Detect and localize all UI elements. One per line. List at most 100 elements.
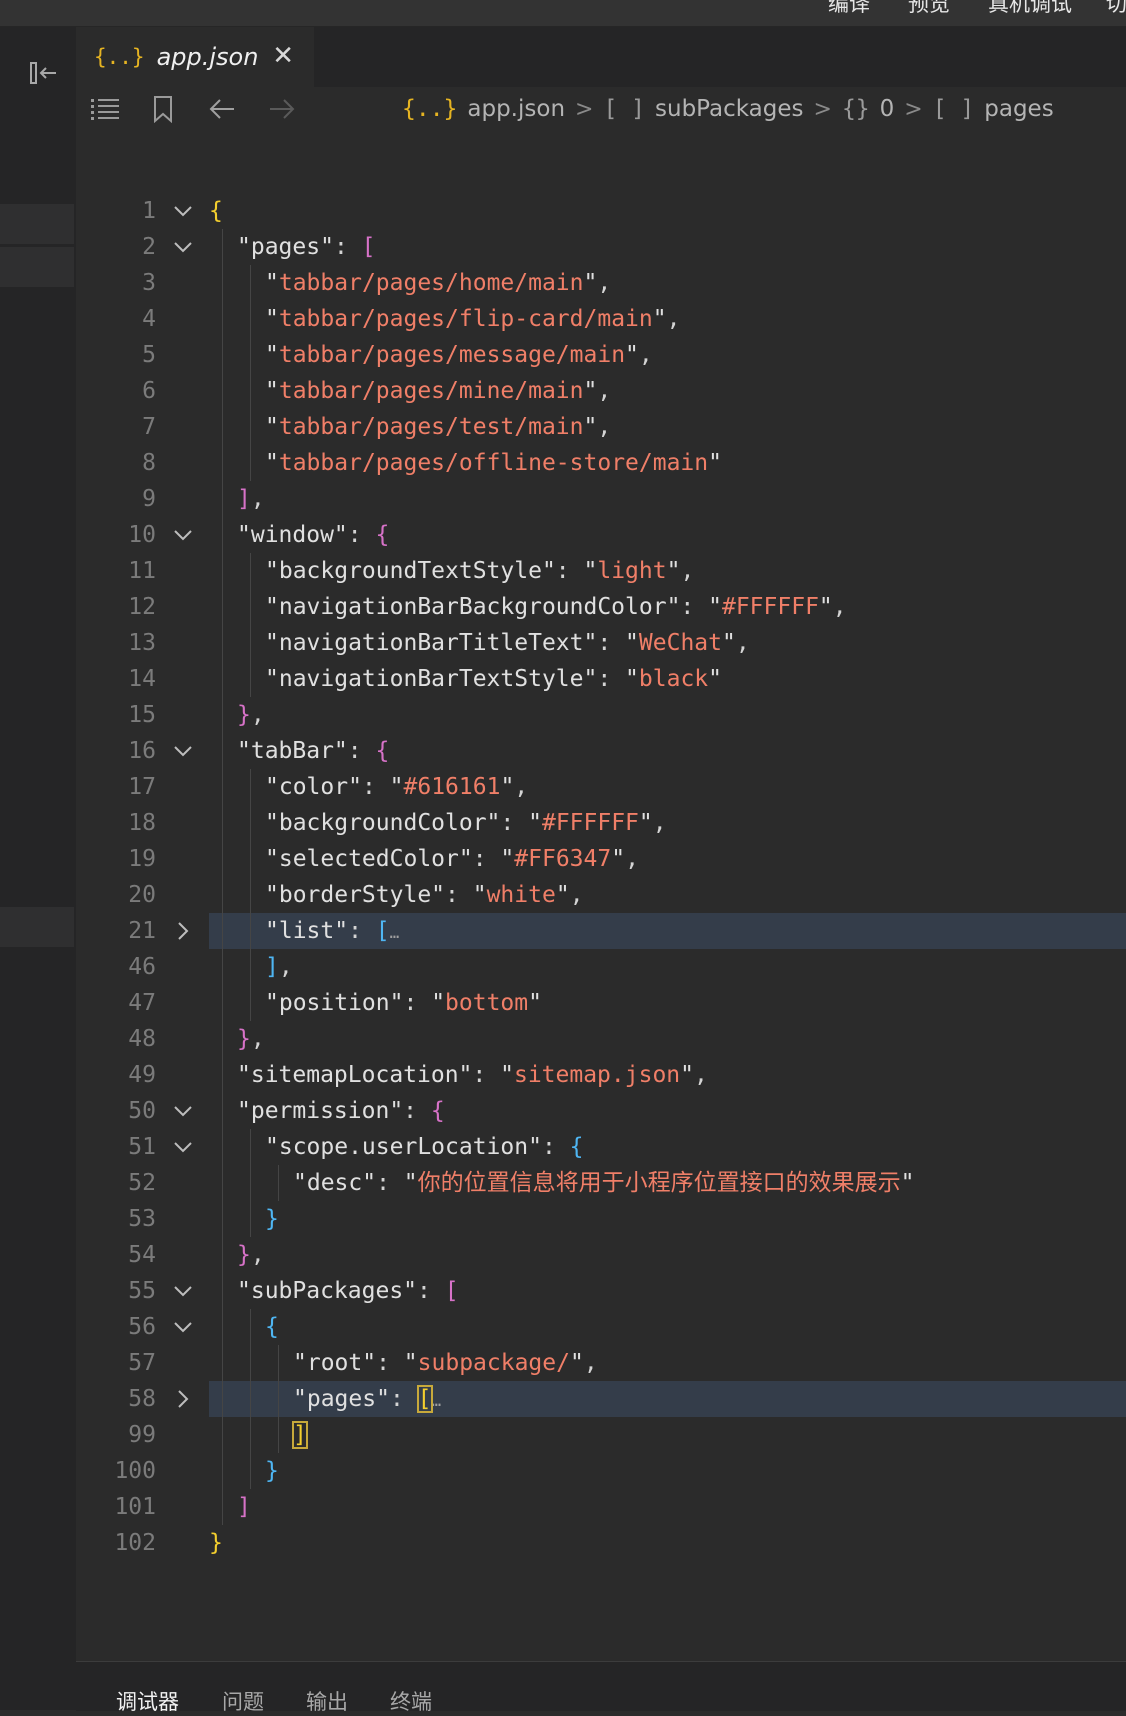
code-line[interactable]: 1{ (76, 193, 1126, 229)
code-line[interactable]: 46], (76, 949, 1126, 985)
breadcrumb-item-pages[interactable]: [ ] pages (933, 96, 1054, 122)
code-line[interactable]: 10 "window": { (76, 517, 1126, 553)
chevron-right-icon[interactable] (171, 913, 195, 949)
sidebar-row-highlight (0, 247, 74, 287)
breadcrumb-label: pages (984, 96, 1054, 122)
panel-tab-problems[interactable]: 问题 (222, 1686, 264, 1716)
panel-tab-debugger[interactable]: 调试器 (116, 1686, 179, 1716)
code-line[interactable]: 51 "scope.userLocation": { (76, 1129, 1126, 1165)
chevron-down-icon[interactable] (171, 1309, 195, 1345)
code-line[interactable]: 58 "pages": [… (76, 1381, 1126, 1417)
panel-tab-terminal[interactable]: 终端 (390, 1686, 432, 1716)
code-line[interactable]: 20 "borderStyle": "white", (76, 877, 1126, 913)
code-line[interactable]: 13 "navigationBarTitleText": "WeChat", (76, 625, 1126, 661)
code-line[interactable]: 47 "position": "bottom" (76, 985, 1126, 1021)
chevron-down-icon[interactable] (171, 1093, 195, 1129)
line-number: 2 (142, 234, 156, 260)
indent-guide (250, 661, 251, 697)
chevron-down-icon[interactable] (171, 733, 195, 769)
code-token: tabbar/pages/offline-store/main (278, 450, 709, 476)
code-line[interactable]: 2 "pages": [ (76, 229, 1126, 265)
code-token: "navigationBarTitleText" (265, 630, 598, 656)
code-line[interactable]: 11 "backgroundTextStyle": "light", (76, 553, 1126, 589)
chevron-down-icon[interactable] (171, 1273, 195, 1309)
code-token: , (278, 954, 293, 980)
indent-guide (278, 1417, 279, 1453)
code-line[interactable]: 18 "backgroundColor": "#FFFFFF", (76, 805, 1126, 841)
indent-guide (222, 733, 223, 769)
breadcrumb-item-file[interactable]: {..} app.json (402, 96, 565, 122)
chevron-down-icon[interactable] (171, 193, 195, 229)
indent-guide (222, 1237, 223, 1273)
code-line[interactable]: 6 "tabbar/pages/mine/main", (76, 373, 1126, 409)
code-token: " (818, 594, 833, 620)
code-token: : (403, 1098, 431, 1124)
back-arrow-icon[interactable] (208, 91, 236, 127)
forward-arrow-icon[interactable] (268, 91, 296, 127)
code-line[interactable]: 4 "tabbar/pages/flip-card/main", (76, 301, 1126, 337)
folded-ellipsis[interactable]: … (432, 1391, 442, 1410)
code-line[interactable]: 12 "navigationBarBackgroundColor": "#FFFF… (76, 589, 1126, 625)
code-line[interactable]: 56 { (76, 1309, 1126, 1345)
code-editor[interactable]: 1{2 "pages": [3 "tabbar/pages/home/main", 4… (76, 131, 1126, 1661)
code-token: ] (237, 1494, 251, 1520)
menu-remote-debug[interactable]: 真机调试 (988, 0, 1072, 18)
code-text: "permission": { (237, 1093, 445, 1129)
code-token: #616161 (403, 774, 501, 800)
code-line[interactable]: 15}, (76, 697, 1126, 733)
code-line[interactable]: 21 "list": [… (76, 913, 1126, 949)
code-line[interactable]: 55 "subPackages": [ (76, 1273, 1126, 1309)
collapse-sidebar-icon[interactable] (24, 55, 64, 91)
menu-preview[interactable]: 预览 (908, 0, 950, 18)
indent-guide (250, 985, 251, 1021)
code-text: "pages": [… (293, 1381, 441, 1419)
code-line[interactable]: 7 "tabbar/pages/test/main", (76, 409, 1126, 445)
code-line[interactable]: 50 "permission": { (76, 1093, 1126, 1129)
code-token: , (597, 378, 612, 404)
code-line[interactable]: 3 "tabbar/pages/home/main", (76, 265, 1126, 301)
code-line[interactable]: 9], (76, 481, 1126, 517)
menu-more[interactable]: 切 (1106, 0, 1126, 18)
code-lines: 1{2 "pages": [3 "tabbar/pages/home/main", 4… (76, 193, 1126, 1561)
code-line[interactable]: 53} (76, 1201, 1126, 1237)
code-line[interactable]: 102} (76, 1525, 1126, 1561)
tab-app-json[interactable]: {..} app.json ✕ (76, 27, 314, 87)
code-line[interactable]: 99] (76, 1417, 1126, 1453)
breadcrumb-item-subpackages[interactable]: [ ] subPackages (603, 96, 803, 122)
bookmark-icon[interactable] (152, 91, 174, 127)
code-text: "sitemapLocation": "sitemap.json", (237, 1057, 708, 1093)
indent-guide (250, 1129, 251, 1165)
breadcrumb-item-index[interactable]: {} 0 (842, 96, 894, 122)
code-line[interactable]: 19 "selectedColor": "#FF6347", (76, 841, 1126, 877)
code-line[interactable]: 49 "sitemapLocation": "sitemap.json", (76, 1057, 1126, 1093)
code-line[interactable]: 8 "tabbar/pages/offline-store/main" (76, 445, 1126, 481)
outline-list-icon[interactable] (90, 91, 120, 127)
code-line[interactable]: 48}, (76, 1021, 1126, 1057)
code-line[interactable]: 52 "desc": "你的位置信息将用于小程序位置接口的效果展示" (76, 1165, 1126, 1201)
indent-guide (222, 1093, 223, 1129)
chevron-down-icon[interactable] (171, 517, 195, 553)
code-line[interactable]: 54}, (76, 1237, 1126, 1273)
code-line[interactable]: 57 "root": "subpackage/", (76, 1345, 1126, 1381)
code-token: { (265, 1314, 279, 1340)
chevron-down-icon[interactable] (171, 229, 195, 265)
chevron-right-icon[interactable] (171, 1381, 195, 1417)
code-text: "tabbar/pages/home/main", (265, 265, 611, 301)
code-line[interactable]: 16 "tabBar": { (76, 733, 1126, 769)
close-icon[interactable]: ✕ (272, 43, 294, 69)
code-line[interactable]: 17 "color": "#616161", (76, 769, 1126, 805)
folded-ellipsis[interactable]: … (390, 923, 400, 942)
line-number: 8 (142, 450, 156, 476)
code-line[interactable]: 101] (76, 1489, 1126, 1525)
code-line[interactable]: 14 "navigationBarTextStyle": "black" (76, 661, 1126, 697)
panel-tab-output[interactable]: 输出 (306, 1686, 348, 1716)
chevron-down-icon[interactable] (171, 1129, 195, 1165)
code-text: "tabBar": { (237, 733, 389, 769)
menu-compile[interactable]: 编译 (828, 0, 870, 18)
code-line[interactable]: 100} (76, 1453, 1126, 1489)
code-token: , (583, 1350, 598, 1376)
line-number: 9 (142, 486, 156, 512)
code-token: " (583, 378, 598, 404)
indent-guide (222, 1453, 223, 1489)
code-line[interactable]: 5 "tabbar/pages/message/main", (76, 337, 1126, 373)
